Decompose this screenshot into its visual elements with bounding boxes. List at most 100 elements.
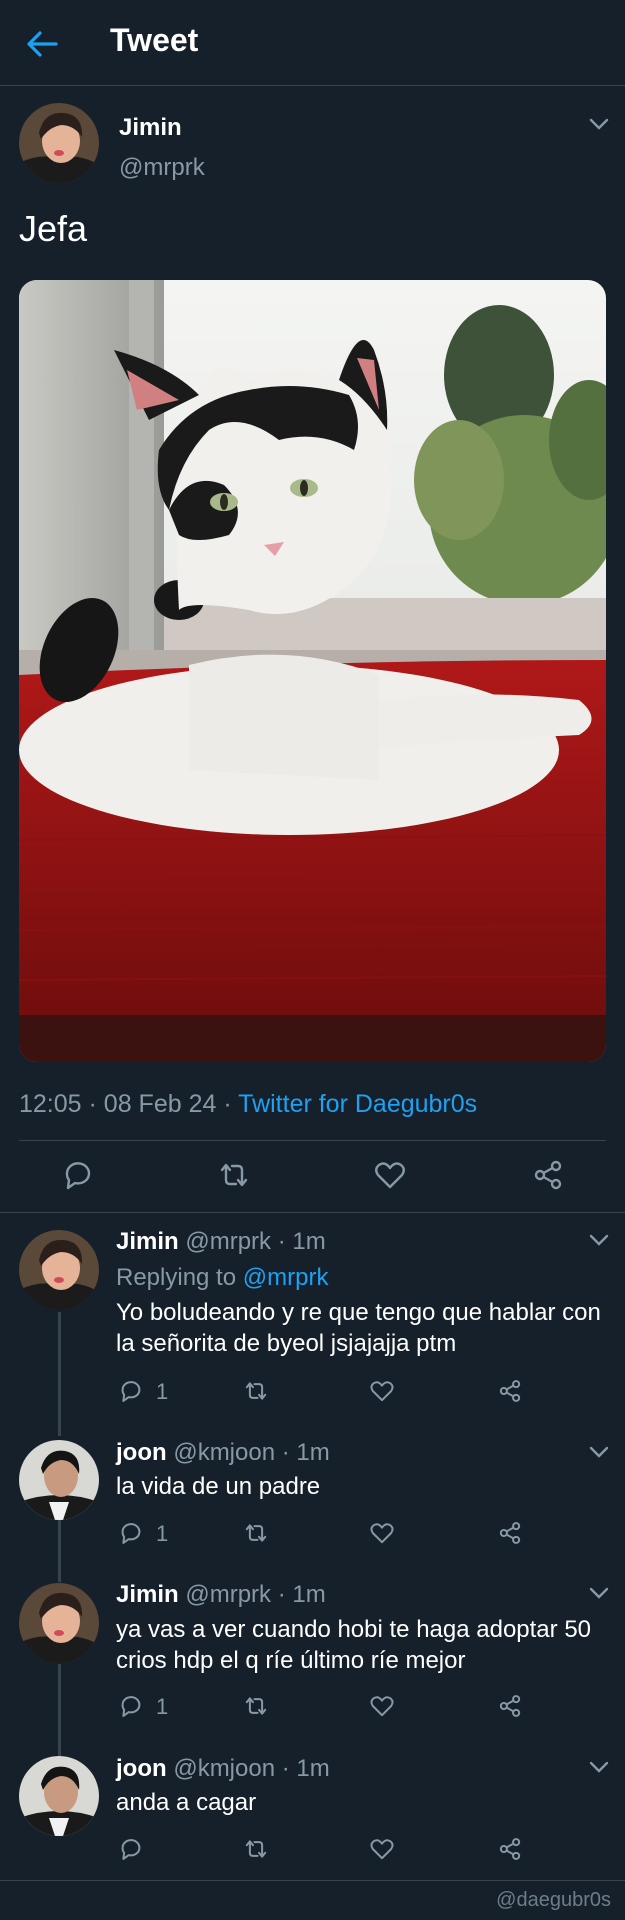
chevron-down-icon[interactable] bbox=[588, 116, 610, 132]
meta-separator: · bbox=[277, 1581, 286, 1608]
thread-line bbox=[58, 1312, 61, 1436]
retweet-icon bbox=[220, 1163, 248, 1187]
arrow-left-icon bbox=[27, 31, 58, 57]
reply-button[interactable] bbox=[118, 1693, 144, 1719]
reply-author-name[interactable]: Jimin bbox=[116, 1581, 179, 1608]
reply-author-handle: @kmjoon bbox=[173, 1439, 276, 1466]
reply-avatar[interactable] bbox=[19, 1583, 99, 1663]
reply-avatar[interactable] bbox=[19, 1440, 99, 1520]
chevron-down-icon[interactable] bbox=[588, 1759, 610, 1775]
meta-separator: · bbox=[277, 1228, 286, 1255]
reply-author-name[interactable]: Jimin bbox=[116, 1228, 179, 1255]
share-button[interactable] bbox=[497, 1378, 523, 1404]
author-avatar[interactable] bbox=[19, 103, 99, 183]
share-button[interactable] bbox=[497, 1693, 523, 1719]
comment-icon bbox=[121, 1381, 141, 1402]
tweet-meta: 12:05 · 08 Feb 24 · Twitter for Daegubr0… bbox=[19, 1090, 477, 1119]
reply-button[interactable] bbox=[61, 1158, 95, 1192]
reply-button[interactable] bbox=[118, 1378, 144, 1404]
tweet-date: 08 Feb 24 bbox=[103, 1090, 217, 1118]
tweet-time: 12:05 bbox=[19, 1090, 82, 1118]
reply-header: joon @kmjoon · 1m bbox=[116, 1439, 330, 1467]
retweet-icon bbox=[245, 1382, 267, 1400]
comment-icon bbox=[121, 1839, 141, 1860]
reply-text: anda a cagar bbox=[116, 1789, 257, 1816]
reply-time: 1m bbox=[292, 1228, 326, 1255]
comment-icon bbox=[121, 1696, 141, 1717]
author-name[interactable]: Jimin bbox=[119, 114, 182, 142]
reply-author-name[interactable]: joon bbox=[116, 1755, 167, 1782]
tweet-source-link[interactable]: Twitter for Daegubr0s bbox=[238, 1090, 477, 1118]
like-button[interactable] bbox=[369, 1520, 395, 1546]
like-button[interactable] bbox=[369, 1836, 395, 1862]
meta-separator: · bbox=[88, 1090, 97, 1118]
reply-header: Jimin @mrprk · 1m bbox=[116, 1581, 326, 1609]
heart-icon bbox=[370, 1696, 394, 1717]
replying-to-link[interactable]: @mrprk bbox=[243, 1264, 329, 1291]
tweet-text: Jefa bbox=[19, 208, 88, 249]
comment-icon bbox=[121, 1523, 141, 1544]
reply-text: ya vas a ver cuando hobi te haga adoptar… bbox=[116, 1616, 592, 1674]
chevron-down-icon[interactable] bbox=[588, 1585, 610, 1601]
reply-count: 1 bbox=[156, 1521, 169, 1546]
reply-button[interactable] bbox=[118, 1520, 144, 1546]
retweet-icon bbox=[245, 1840, 267, 1858]
meta-separator: · bbox=[281, 1439, 290, 1466]
share-icon bbox=[534, 1160, 562, 1190]
reply-avatar[interactable] bbox=[19, 1756, 99, 1836]
top-bar: Tweet bbox=[0, 0, 625, 86]
reply-text: la vida de un padre bbox=[116, 1473, 321, 1500]
share-icon bbox=[499, 1380, 521, 1402]
share-icon bbox=[499, 1695, 521, 1717]
reply-button[interactable] bbox=[118, 1836, 144, 1862]
reply-count: 1 bbox=[156, 1694, 169, 1719]
page-title: Tweet bbox=[110, 22, 199, 58]
retweet-icon bbox=[245, 1524, 267, 1542]
reply-text: Yo boludeando y re que tengo que hablar … bbox=[116, 1299, 601, 1357]
heart-icon bbox=[370, 1839, 394, 1860]
divider bbox=[0, 1880, 625, 1881]
meta-separator: · bbox=[281, 1755, 290, 1782]
reply-author-handle: @mrprk bbox=[185, 1581, 272, 1608]
reply-header: joon @kmjoon · 1m bbox=[116, 1755, 330, 1783]
reply-header: Jimin @mrprk · 1m bbox=[116, 1228, 326, 1256]
reply-time: 1m bbox=[292, 1581, 326, 1608]
reply-time: 1m bbox=[296, 1439, 330, 1466]
replying-to: Replying to @mrprk bbox=[116, 1264, 328, 1292]
retweet-button[interactable] bbox=[243, 1520, 269, 1546]
retweet-button[interactable] bbox=[243, 1378, 269, 1404]
reply-author-handle: @kmjoon bbox=[173, 1755, 276, 1782]
tweet-photo[interactable] bbox=[19, 280, 606, 1062]
heart-icon bbox=[375, 1162, 405, 1189]
divider bbox=[19, 1140, 606, 1141]
meta-separator: · bbox=[223, 1090, 232, 1118]
share-button[interactable] bbox=[497, 1520, 523, 1546]
heart-icon bbox=[370, 1381, 394, 1402]
author-handle[interactable]: @mrprk bbox=[119, 154, 205, 182]
like-button[interactable] bbox=[369, 1378, 395, 1404]
share-icon bbox=[499, 1838, 521, 1860]
chevron-down-icon[interactable] bbox=[588, 1444, 610, 1460]
back-button[interactable] bbox=[22, 24, 62, 64]
retweet-icon bbox=[245, 1697, 267, 1715]
chevron-down-icon[interactable] bbox=[588, 1232, 610, 1248]
share-icon bbox=[499, 1522, 521, 1544]
retweet-button[interactable] bbox=[243, 1693, 269, 1719]
reply-count: 1 bbox=[156, 1379, 169, 1404]
heart-icon bbox=[370, 1523, 394, 1544]
share-button[interactable] bbox=[497, 1836, 523, 1862]
comment-icon bbox=[65, 1162, 91, 1190]
like-button[interactable] bbox=[373, 1158, 407, 1192]
share-button[interactable] bbox=[531, 1158, 565, 1192]
like-button[interactable] bbox=[369, 1693, 395, 1719]
reply-author-name[interactable]: joon bbox=[116, 1439, 167, 1466]
retweet-button[interactable] bbox=[217, 1158, 251, 1192]
reply-avatar[interactable] bbox=[19, 1230, 99, 1310]
divider bbox=[0, 1212, 625, 1213]
thread-line bbox=[58, 1520, 61, 1582]
retweet-button[interactable] bbox=[243, 1836, 269, 1862]
reply-author-handle: @mrprk bbox=[185, 1228, 272, 1255]
reply-time: 1m bbox=[296, 1755, 330, 1782]
thread-line bbox=[58, 1664, 61, 1756]
replying-label: Replying to bbox=[116, 1264, 237, 1291]
